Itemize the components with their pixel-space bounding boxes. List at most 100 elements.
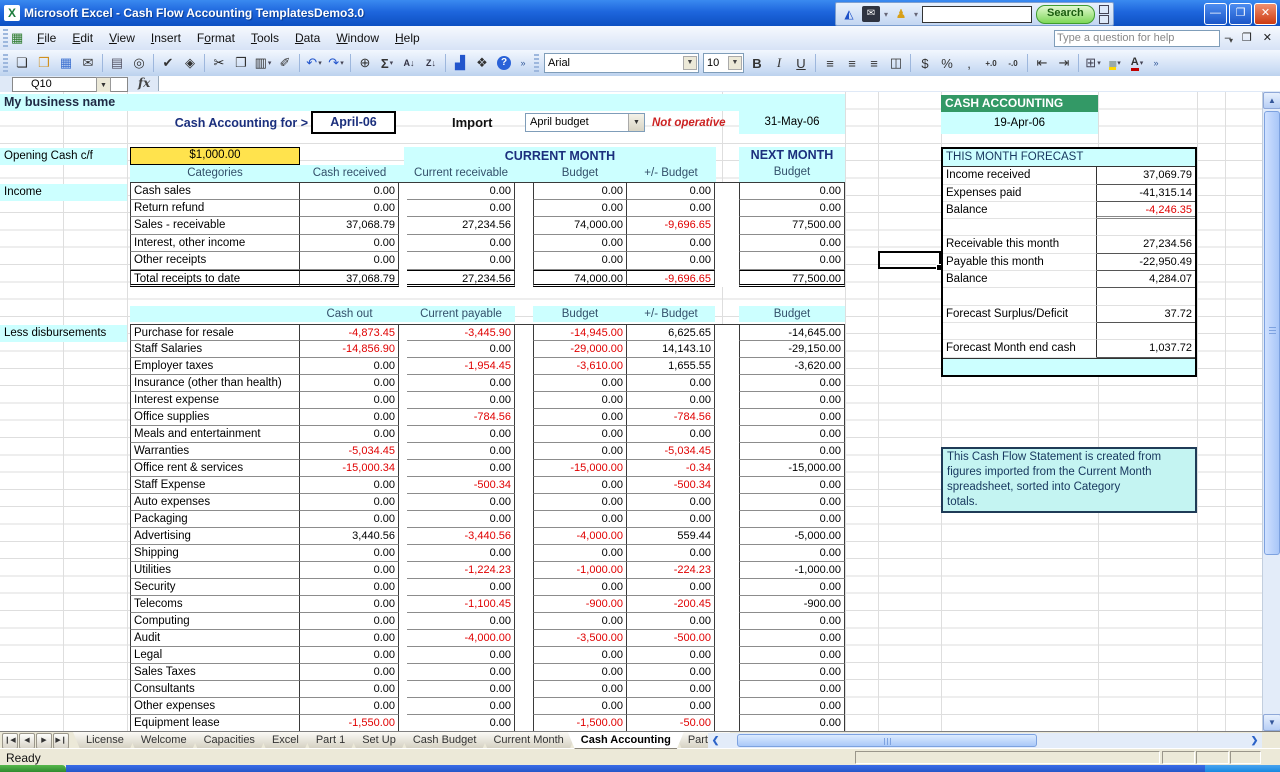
tab-cash-accounting[interactable]: Cash Accounting: [568, 732, 684, 749]
paste-dropdown-icon[interactable]: ▾: [268, 59, 272, 67]
value-cell[interactable]: -1,100.45: [407, 596, 515, 613]
category-cell[interactable]: Security: [130, 579, 300, 596]
menu-help[interactable]: Help: [387, 28, 428, 48]
borders-button[interactable]: ⊞▾: [1083, 53, 1103, 73]
category-cell[interactable]: Warranties: [130, 443, 300, 460]
value-cell[interactable]: 0.00: [300, 596, 399, 613]
value-cell[interactable]: 0.00: [407, 182, 515, 200]
value-cell[interactable]: 0.00: [627, 392, 715, 409]
scroll-up-icon[interactable]: ▲: [1263, 92, 1280, 109]
value-cell[interactable]: 0.00: [407, 235, 515, 253]
value-cell[interactable]: -500.34: [407, 477, 515, 494]
value-cell[interactable]: -9,696.65: [627, 270, 715, 288]
category-cell[interactable]: Audit: [130, 630, 300, 647]
tab-cash-budget[interactable]: Cash Budget: [400, 732, 490, 749]
redo-button[interactable]: ↷▾: [326, 53, 346, 73]
search-input[interactable]: [922, 6, 1032, 23]
value-cell[interactable]: 0.00: [300, 647, 399, 664]
value-cell[interactable]: 0.00: [627, 375, 715, 392]
decrease-decimal-button[interactable]: -.0: [1003, 53, 1023, 73]
forecast-value[interactable]: -41,315.14: [1097, 185, 1195, 202]
merge-center-button[interactable]: ◫: [886, 53, 906, 73]
value-cell[interactable]: -784.56: [407, 409, 515, 426]
value-cell[interactable]: 0.00: [300, 252, 399, 270]
value-cell[interactable]: 0.00: [533, 698, 627, 715]
value-cell[interactable]: -1,224.23: [407, 562, 515, 579]
value-cell[interactable]: 6,625.65: [627, 324, 715, 341]
value-cell[interactable]: 0.00: [407, 341, 515, 358]
value-cell[interactable]: 0.00: [300, 630, 399, 647]
borders-dropdown-icon[interactable]: ▾: [1097, 59, 1101, 67]
menu-insert[interactable]: Insert: [143, 28, 189, 48]
category-cell[interactable]: Insurance (other than health): [130, 375, 300, 392]
value-cell[interactable]: 0.00: [627, 252, 715, 270]
value-cell[interactable]: 0.00: [739, 613, 845, 630]
import-dropdown[interactable]: April budget ▼: [525, 113, 645, 132]
value-cell[interactable]: 0.00: [533, 511, 627, 528]
value-cell[interactable]: 77,500.00: [739, 217, 845, 235]
save-button[interactable]: ▦: [56, 53, 76, 73]
tab-welcome[interactable]: Welcome: [128, 732, 200, 749]
value-cell[interactable]: 0.00: [739, 477, 845, 494]
toolbar-options-chevron[interactable]: »: [517, 53, 529, 73]
copy-button[interactable]: ❐: [231, 53, 251, 73]
forecast-value[interactable]: 27,234.56: [1097, 236, 1195, 253]
value-cell[interactable]: 0.00: [407, 511, 515, 528]
value-cell[interactable]: 0.00: [407, 579, 515, 596]
value-cell[interactable]: 0.00: [739, 235, 845, 253]
value-cell[interactable]: -500.34: [627, 477, 715, 494]
next-sheet-icon[interactable]: ▶: [36, 733, 52, 749]
value-cell[interactable]: 0.00: [627, 698, 715, 715]
value-cell[interactable]: 0.00: [533, 409, 627, 426]
value-cell[interactable]: 0.00: [533, 647, 627, 664]
value-cell[interactable]: 0.00: [627, 664, 715, 681]
help-button[interactable]: ?: [494, 53, 514, 73]
category-cell[interactable]: Return refund: [130, 200, 300, 218]
format-painter-button[interactable]: ✐: [275, 53, 295, 73]
undo-button[interactable]: ↶▾: [304, 53, 324, 73]
aim-icon[interactable]: ♟: [892, 6, 910, 22]
value-cell[interactable]: 0.00: [407, 443, 515, 460]
category-cell[interactable]: Purchase for resale: [130, 324, 300, 341]
menu-edit[interactable]: Edit: [64, 28, 101, 48]
forecast-value[interactable]: -22,950.49: [1097, 254, 1195, 271]
menu-data[interactable]: Data: [287, 28, 328, 48]
value-cell[interactable]: -15,000.34: [300, 460, 399, 477]
value-cell[interactable]: 0.00: [300, 477, 399, 494]
value-cell[interactable]: 0.00: [407, 715, 515, 731]
category-cell[interactable]: Legal: [130, 647, 300, 664]
category-cell[interactable]: Interest expense: [130, 392, 300, 409]
value-cell[interactable]: 0.00: [300, 613, 399, 630]
category-cell[interactable]: Other expenses: [130, 698, 300, 715]
category-cell[interactable]: Utilities: [130, 562, 300, 579]
category-cell[interactable]: Staff Expense: [130, 477, 300, 494]
start-button-edge[interactable]: [0, 765, 66, 772]
value-cell[interactable]: 0.00: [627, 426, 715, 443]
category-cell[interactable]: Staff Salaries: [130, 341, 300, 358]
value-cell[interactable]: 0.00: [533, 681, 627, 698]
bold-button[interactable]: B: [747, 53, 767, 73]
scroll-left-icon[interactable]: ❮: [708, 733, 723, 748]
forecast-value[interactable]: 37,069.79: [1097, 167, 1195, 184]
help-question-box[interactable]: Type a question for help▾: [1054, 30, 1220, 47]
category-cell[interactable]: Telecoms: [130, 596, 300, 613]
spelling-button[interactable]: ✔: [158, 53, 178, 73]
value-cell[interactable]: -4,000.00: [407, 630, 515, 647]
first-sheet-icon[interactable]: ❙◀: [2, 733, 18, 749]
value-cell[interactable]: 0.00: [627, 647, 715, 664]
value-cell[interactable]: 0.00: [407, 460, 515, 477]
category-cell[interactable]: Office rent & services: [130, 460, 300, 477]
value-cell[interactable]: 0.00: [407, 494, 515, 511]
restore-button[interactable]: ❐: [1229, 3, 1252, 25]
underline-button[interactable]: U: [791, 53, 811, 73]
menu-window[interactable]: Window: [328, 28, 387, 48]
cut-button[interactable]: ✂: [209, 53, 229, 73]
value-cell[interactable]: 0.00: [739, 375, 845, 392]
scroll-down-icon[interactable]: ▼: [1263, 714, 1280, 731]
vertical-scrollbar[interactable]: ▲ ▼: [1262, 92, 1280, 731]
import-dropdown-arrow-icon[interactable]: ▼: [628, 114, 644, 131]
value-cell[interactable]: -900.00: [533, 596, 627, 613]
value-cell[interactable]: 0.00: [739, 545, 845, 562]
undo-dropdown-icon[interactable]: ▾: [318, 59, 322, 67]
value-cell[interactable]: 0.00: [739, 252, 845, 270]
